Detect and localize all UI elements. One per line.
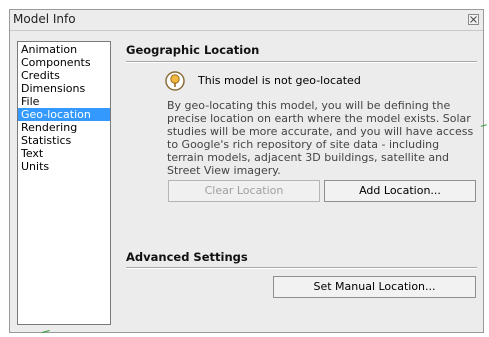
add-location-button[interactable]: Add Location... — [324, 180, 476, 202]
geo-description: By geo-locating this model, you will be … — [167, 99, 474, 177]
location-pin-icon — [165, 71, 185, 91]
list-item-statistics[interactable]: Statistics — [18, 134, 110, 147]
background-line-fragment — [41, 330, 51, 335]
geo-status-text: This model is not geo-located — [198, 74, 361, 87]
list-item-geo-location[interactable]: Geo-location — [18, 108, 110, 121]
list-item-animation[interactable]: Animation — [18, 43, 110, 56]
background-line-fragment — [480, 124, 488, 129]
list-item-credits[interactable]: Credits — [18, 69, 110, 82]
advanced-settings-heading: Advanced Settings — [126, 250, 248, 264]
list-item-dimensions[interactable]: Dimensions — [18, 82, 110, 95]
list-item-text[interactable]: Text — [18, 147, 110, 160]
list-item-components[interactable]: Components — [18, 56, 110, 69]
model-info-dialog: Model Info Animation Components Credits … — [9, 9, 484, 333]
close-icon — [470, 16, 477, 23]
set-manual-location-button[interactable]: Set Manual Location... — [273, 276, 476, 298]
clear-location-button[interactable]: Clear Location — [168, 180, 320, 202]
category-list[interactable]: Animation Components Credits Dimensions … — [17, 41, 111, 325]
geographic-location-heading: Geographic Location — [126, 43, 260, 57]
window-title: Model Info — [13, 12, 76, 26]
title-bar: Model Info — [10, 10, 483, 31]
close-button[interactable] — [468, 14, 479, 25]
list-item-file[interactable]: File — [18, 95, 110, 108]
list-item-units[interactable]: Units — [18, 160, 110, 173]
section-divider — [126, 61, 477, 63]
advanced-divider — [126, 267, 477, 269]
list-item-rendering[interactable]: Rendering — [18, 121, 110, 134]
